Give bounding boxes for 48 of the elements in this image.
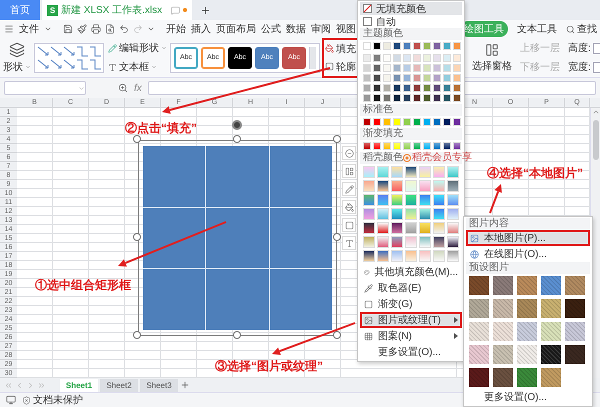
menu-tab[interactable]: 审阅 [311,22,331,36]
fx-label: fx [134,82,142,94]
annotation-text: ③选择“图片或纹理” [215,358,323,375]
section-heading: 标准色 [360,104,462,116]
sheet-tab[interactable]: Sheet3 [140,378,178,392]
search-button[interactable]: 查找 [566,22,597,36]
tab-title: 新建 XLSX 工作表.xlsx [61,4,162,17]
sheet-tab[interactable]: Sheet1 [60,378,98,392]
fill-button[interactable]: 填充 [325,42,364,56]
menu-item[interactable]: 本地图片(P)... [466,230,590,246]
menu-tab[interactable]: 公式 [261,22,281,36]
member-label[interactable]: 稻壳会员专享 [403,152,472,164]
menu-tab[interactable]: 开始 [166,22,186,36]
file-menu[interactable]: 文件 [19,22,39,36]
text-box-button[interactable]: 文本框 [108,60,167,74]
protection-status[interactable]: 文档未保护 [22,393,83,407]
section-heading: 图片内容 [466,218,590,230]
menu-item[interactable]: 取色器(E) [360,280,462,296]
menu-item[interactable]: 更多设置(O)... [360,344,462,360]
menu-tab[interactable]: 视图 [336,22,356,36]
home-tab[interactable]: 首页 [0,0,40,20]
annotation-text: ④选择“本地图片” [487,165,583,182]
selection-pane-button[interactable]: 选择窗格 [472,58,512,72]
section-heading: 稻壳颜色 [363,152,403,164]
edit-shape-button[interactable]: 编辑形状 [108,41,167,55]
height-label: 高度: [568,41,600,55]
menu-item[interactable]: 更多设置(O)... [466,389,590,405]
menu-tab[interactable]: 数据 [286,22,306,36]
sheet-tab[interactable]: Sheet2 [100,378,138,392]
menu-item[interactable]: 图片或纹理(T) [360,312,462,328]
section-heading: 预设图片 [466,262,590,274]
section-heading: 渐变填充 [360,128,462,140]
document-tab[interactable]: S 新建 XLSX 工作表.xlsx [42,0,192,20]
auto-item[interactable]: 自动 [360,15,462,28]
menu-item[interactable]: 图案(N) [360,328,462,344]
menu-item[interactable]: 在线图片(O)... [466,246,590,262]
context-tab[interactable]: 文本工具 [513,21,561,37]
annotation-text: ①选中组合矩形框 [35,277,131,294]
menu-tab[interactable]: 页面布局 [216,22,256,36]
menu-item[interactable]: 其他填充颜色(M)... [360,264,462,280]
menu-tab[interactable]: 插入 [191,22,211,36]
menu-item[interactable]: 渐变(G) [360,296,462,312]
shape-button[interactable]: 形状 [3,60,31,74]
section-heading: 主题颜色 [360,28,462,40]
no-fill-item[interactable]: 无填充颜色 [360,2,462,15]
spreadsheet-logo: S [47,4,58,16]
width-label: 宽度: [568,60,600,74]
annotation-text: ②点击“填充” [125,120,197,137]
